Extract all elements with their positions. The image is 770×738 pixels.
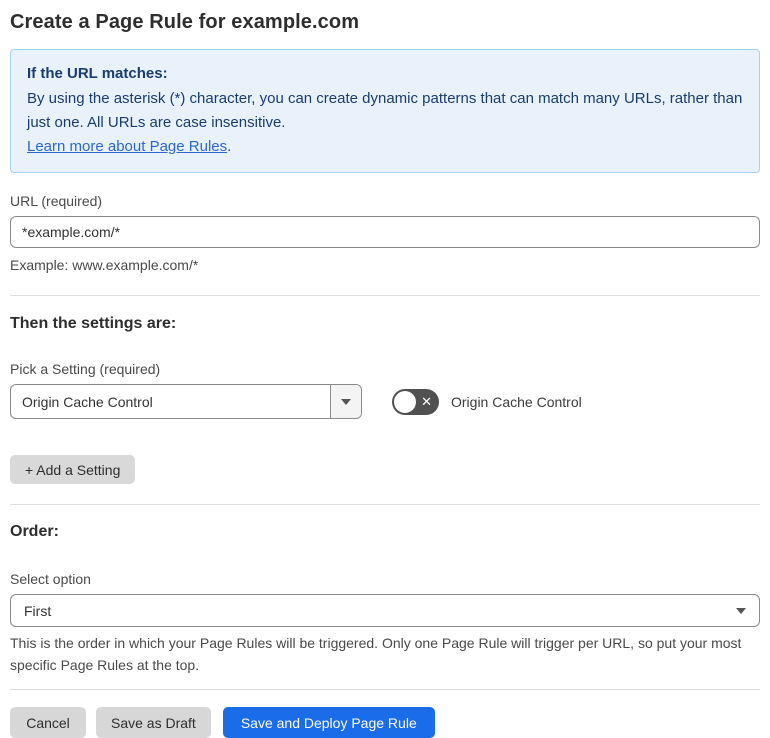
divider — [10, 295, 760, 296]
setting-row: Origin Cache Control ✕ Origin Cache Cont… — [10, 384, 760, 419]
cancel-button[interactable]: Cancel — [10, 707, 86, 738]
order-heading: Order: — [10, 523, 59, 540]
toggle-off-x-icon: ✕ — [421, 394, 432, 409]
origin-cache-control-toggle[interactable]: ✕ — [392, 388, 439, 415]
url-match-info-box: If the URL matches: By using the asteris… — [10, 49, 760, 173]
setting-toggle-group: ✕ Origin Cache Control — [392, 388, 582, 415]
url-example-helper: Example: www.example.com/* — [10, 257, 199, 273]
pick-setting-label: Pick a Setting (required) — [10, 361, 161, 377]
order-select-label: Select option — [10, 571, 91, 587]
url-section: URL (required) Example: www.example.com/… — [10, 192, 760, 275]
save-as-draft-button[interactable]: Save as Draft — [96, 707, 211, 738]
settings-heading: Then the settings are: — [10, 315, 177, 332]
page-rule-form: Create a Page Rule for example.com If th… — [0, 0, 770, 738]
info-box-body-text: By using the asterisk (*) character, you… — [27, 90, 743, 131]
url-field-label: URL (required) — [10, 193, 103, 209]
page-title: Create a Page Rule for example.com — [10, 11, 360, 33]
info-box-body: By using the asterisk (*) character, you… — [27, 87, 743, 135]
setting-select-value: Origin Cache Control — [22, 393, 153, 410]
info-box-link-line: Learn more about Page Rules. — [27, 135, 743, 159]
chevron-down-icon — [341, 398, 351, 405]
divider — [10, 689, 760, 690]
order-section: Order: Select option First This is the o… — [10, 521, 760, 676]
info-box-heading: If the URL matches: — [27, 65, 168, 82]
order-select[interactable]: First — [10, 594, 760, 627]
setting-select[interactable]: Origin Cache Control — [10, 384, 362, 419]
footer-actions: Cancel Save as Draft Save and Deploy Pag… — [10, 707, 760, 738]
setting-select-arrow-button[interactable] — [330, 385, 361, 418]
learn-more-link[interactable]: Learn more about Page Rules — [27, 138, 227, 155]
toggle-label: Origin Cache Control — [451, 393, 582, 410]
divider — [10, 504, 760, 505]
chevron-down-icon — [736, 607, 746, 614]
toggle-knob — [394, 390, 416, 413]
link-suffix: . — [227, 138, 232, 155]
order-select-value: First — [24, 602, 52, 619]
save-and-deploy-button[interactable]: Save and Deploy Page Rule — [222, 707, 435, 738]
settings-section: Then the settings are: Pick a Setting (r… — [10, 313, 760, 484]
order-helper-text: This is the order in which your Page Rul… — [10, 635, 742, 673]
url-input[interactable] — [10, 216, 760, 248]
add-setting-button[interactable]: + Add a Setting — [10, 455, 136, 484]
